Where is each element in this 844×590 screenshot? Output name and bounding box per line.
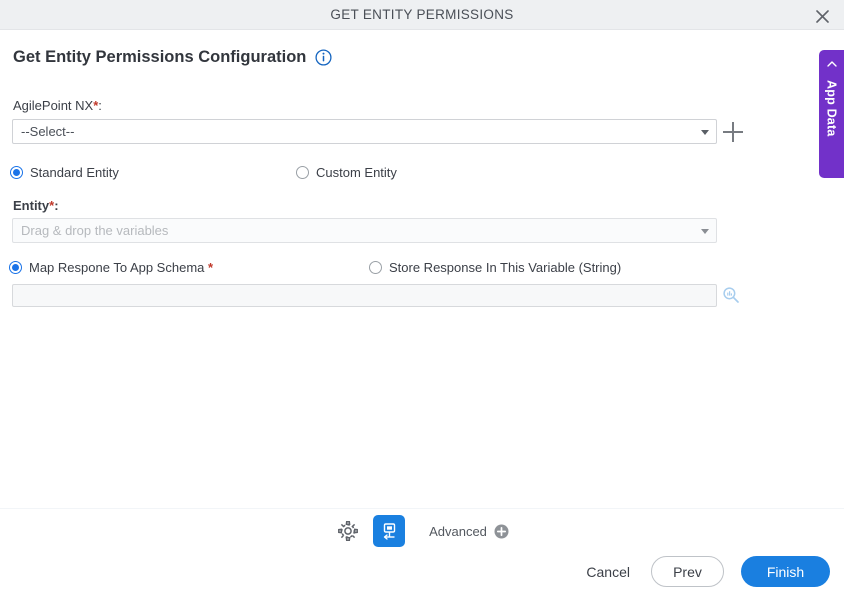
advanced-toggle[interactable]: Advanced [429,524,509,539]
entity-label-text: Entity [13,198,50,213]
dialog-actions: Cancel Prev Finish [582,556,830,587]
gear-icon[interactable] [335,518,361,544]
agilepoint-nx-selected-value: --Select-- [21,124,75,139]
entity-label: Entity*: [13,198,59,213]
radio-standard-entity-control[interactable] [10,166,23,179]
entity-colon: : [54,198,59,213]
cancel-button[interactable]: Cancel [582,558,634,586]
radio-map-response-required-mark: * [208,260,214,275]
dialog-get-entity-permissions: GET ENTITY PERMISSIONS Get Entity Permis… [0,0,844,590]
radio-map-response-to-app-schema[interactable]: Map Respone To App Schema * [9,260,213,275]
magnifier-icon[interactable] [722,286,740,304]
info-circle-icon[interactable] [315,49,332,66]
app-data-tab-label: App Data [824,80,839,137]
finish-button[interactable]: Finish [741,556,830,587]
dialog-title: GET ENTITY PERMISSIONS [330,7,514,22]
plus-circle-icon[interactable] [494,524,509,539]
chevron-down-icon [701,228,709,234]
radio-standard-entity-label: Standard Entity [30,165,119,180]
radio-store-response-in-variable[interactable]: Store Response In This Variable (String) [369,260,621,275]
footer-divider [0,508,844,509]
page-header: Get Entity Permissions Configuration [13,48,332,67]
agilepoint-nx-colon: : [98,98,102,113]
dialog-titlebar: GET ENTITY PERMISSIONS [0,0,844,30]
entity-placeholder: Drag & drop the variables [21,223,169,238]
footer-toolbar: Advanced [0,513,844,549]
agilepoint-nx-label: AgilePoint NX*: [13,98,102,113]
radio-store-response-label: Store Response In This Variable (String) [389,260,622,275]
radio-store-response-control[interactable] [369,261,382,274]
chevron-down-icon [701,129,709,135]
plus-icon[interactable] [723,122,743,142]
chevron-left-icon [826,50,837,69]
radio-custom-entity[interactable]: Custom Entity [296,165,397,180]
radio-custom-entity-label: Custom Entity [316,165,397,180]
app-data-panel-tab[interactable]: App Data [819,50,844,178]
agilepoint-nx-label-text: AgilePoint NX [13,98,94,113]
advanced-label: Advanced [429,523,487,539]
entity-select[interactable]: Drag & drop the variables [12,218,717,243]
prev-button[interactable]: Prev [651,556,724,587]
page-title: Get Entity Permissions Configuration [13,48,307,66]
radio-custom-entity-control[interactable] [296,166,309,179]
response-schema-input[interactable] [12,284,717,307]
screen-capture-icon[interactable] [373,515,406,547]
agilepoint-nx-select[interactable]: --Select-- [12,119,717,144]
radio-map-response-label: Map Respone To App Schema * [29,260,213,275]
radio-standard-entity[interactable]: Standard Entity [10,165,119,180]
radio-map-response-label-text: Map Respone To App Schema [29,260,205,275]
close-icon[interactable] [810,4,834,28]
radio-map-response-control[interactable] [9,261,22,274]
